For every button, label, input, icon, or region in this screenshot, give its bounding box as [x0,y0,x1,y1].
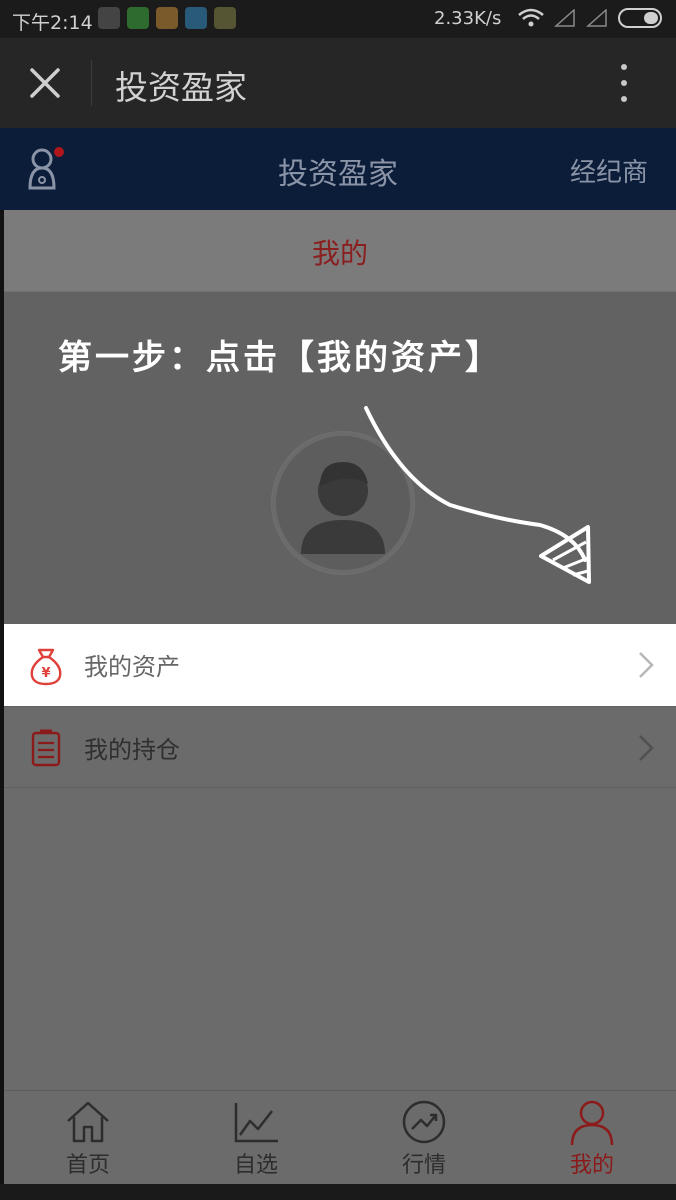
app-header: 投资盈家 经纪商 [0,128,676,210]
message-icon [185,7,207,29]
tab-label: 我的 [569,1153,614,1178]
menu-item-my-assets[interactable]: ¥ 我的资产 [4,624,676,706]
battery-icon [618,8,662,28]
bottom-nav: 首页 自选 行情 我的 [4,1090,676,1184]
notification-icons [98,7,236,29]
play-store-icon [98,7,120,29]
menu-item-my-positions[interactable]: 我的持仓 [4,706,676,788]
bottom-edge [0,1184,676,1200]
close-icon[interactable] [22,60,68,106]
person-icon [570,1100,614,1145]
titlebar-divider [91,60,92,106]
phone-icon [127,7,149,29]
browser-icon [156,7,178,29]
wifi-icon [518,8,544,27]
tab-mine[interactable]: 我的 [508,1091,676,1184]
chevron-right-icon [639,735,654,761]
page-header: 我的 [4,210,676,292]
broker-button[interactable]: 经纪商 [570,152,648,189]
webview-title: 投资盈家 [115,68,247,107]
tab-label: 行情 [401,1153,446,1178]
svg-text:¥: ¥ [41,666,50,681]
status-time: 下午2:14 [12,12,93,34]
tab-market[interactable]: 行情 [340,1091,508,1184]
network-speed: 2.33K/s [434,8,502,29]
home-icon [67,1101,109,1143]
default-avatar-icon [301,462,385,554]
trend-up-icon [402,1100,446,1144]
more-menu-icon[interactable] [606,58,642,108]
tab-watchlist[interactable]: 自选 [172,1091,340,1184]
line-chart-icon [234,1103,278,1143]
cellular-signal-icon [554,9,575,27]
tab-label: 自选 [233,1153,278,1178]
menu-item-label: 我的持仓 [84,736,180,764]
tab-home[interactable]: 首页 [4,1091,172,1184]
webview-titlebar: 投资盈家 [0,38,676,128]
avatar[interactable] [272,432,414,574]
tab-label: 首页 [65,1153,110,1178]
chevron-right-icon [639,652,654,678]
menu-item-label: 我的资产 [84,653,180,681]
status-bar: 下午2:14 2.33K/s [0,0,676,38]
cellular-signal-2-icon [586,9,607,27]
document-icon [31,729,61,767]
signal-indicators [518,8,662,28]
money-bag-icon: ¥ [30,648,62,686]
page-title: 我的 [311,237,368,270]
tutorial-instruction: 第一步：点击【我的资产】 [58,338,502,378]
video-icon [214,7,236,29]
